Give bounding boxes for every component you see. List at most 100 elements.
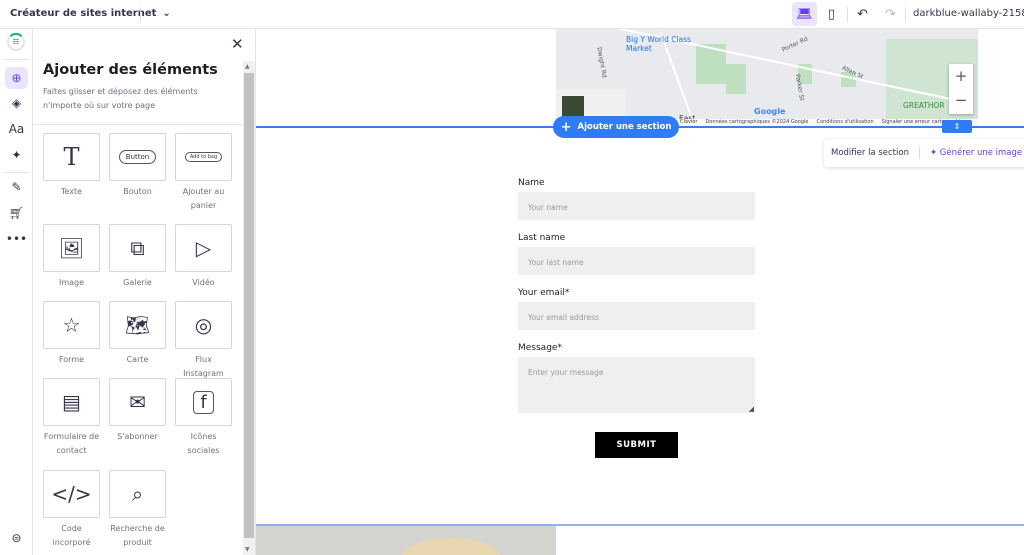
divider [847, 7, 848, 22]
element-tile-icon: ⌕ [109, 470, 166, 518]
panel-title: Ajouter des éléments [43, 62, 218, 78]
divider [905, 7, 906, 22]
panel-scrollbar[interactable]: ▲ ▼ [243, 61, 255, 555]
element-tile[interactable]: 🖼 Image [43, 224, 100, 290]
last-name-input[interactable]: Your last name [518, 247, 755, 275]
element-tile-icon: ▷ [175, 224, 232, 272]
message-textarea[interactable]: Enter your message ◢ [518, 357, 755, 413]
store-cart-icon[interactable]: 🛒︎ [5, 202, 28, 224]
top-bar: Créateur de sites internet ⌄ 💻︎ ▯ ↶ ↷ dar… [0, 0, 1024, 29]
map-zoom-controls: + − [949, 64, 973, 114]
element-tile[interactable]: 🗺 Carte [109, 301, 166, 367]
map-place-label: Big Y World Class Market [626, 35, 691, 53]
tile-icon: f [193, 390, 214, 414]
element-tile[interactable]: Add to bag Ajouter au panier [175, 133, 232, 213]
zoom-in-button[interactable]: + [949, 64, 973, 88]
resize-grip-icon[interactable]: ◢ [749, 405, 754, 413]
tile-icon: ✉ [129, 390, 146, 414]
element-tile-icon: f [175, 378, 232, 426]
desktop-view-button[interactable]: 💻︎ [792, 2, 817, 26]
app-switcher[interactable]: Créateur de sites internet ⌄ [10, 8, 171, 19]
element-tile[interactable]: ◎ Flux Instagram [175, 301, 232, 381]
divider [33, 124, 243, 125]
generate-image-button[interactable]: ✦ Générer une image [930, 148, 1022, 158]
chevron-down-icon: ⌄ [162, 8, 171, 19]
element-tile-icon: 🗺 [109, 301, 166, 349]
undo-button[interactable]: ↶ [850, 2, 875, 26]
element-tile-icon: </> [43, 470, 100, 518]
last-name-label: Last name [518, 233, 566, 243]
mobile-view-button[interactable]: ▯ [819, 2, 844, 26]
panel-subtitle: Faites glisser et déposez des éléments n… [43, 87, 198, 110]
add-elements-icon[interactable]: ⊕ [5, 67, 28, 89]
element-tile-icon: T [43, 133, 100, 181]
message-label: Message* [518, 343, 562, 353]
element-tile-label: Vidéo [192, 278, 215, 287]
map-terms-link[interactable]: Conditions d'utilisation [817, 119, 874, 126]
element-tile-label: Bouton [123, 187, 152, 196]
tile-icon: </> [51, 482, 92, 506]
name-input[interactable]: Your name [518, 192, 755, 220]
help-icon[interactable]: ⊜ [5, 527, 28, 549]
add-section-button[interactable]: + Ajouter une section [553, 116, 679, 138]
element-tile[interactable]: ▷ Vidéo [175, 224, 232, 290]
submit-button[interactable]: SUBMIT [595, 432, 678, 458]
tile-icon: T [63, 143, 80, 171]
progress-checklist-icon[interactable]: ☷ [7, 33, 25, 51]
divider [140, 7, 141, 22]
map-embed[interactable]: Big Y World Class Market Porter Rd Allen… [556, 29, 978, 126]
section-toolbar: Modifier la section ✦ Générer une image [824, 139, 1024, 167]
tile-icon: ▷ [195, 236, 212, 260]
icon-rail: ☷ ⊕ ◈ Aa ✦ ✎ 🛒︎ ••• ⊜ [0, 29, 33, 555]
element-tile[interactable]: T Texte [43, 133, 100, 199]
ai-tools-icon[interactable]: ✦ [5, 144, 28, 166]
tile-icon: ☆ [62, 313, 81, 337]
laptop-icon: 💻︎ [796, 6, 813, 22]
element-tile-icon: ▤ [43, 378, 100, 426]
element-tile-label: Flux Instagram [183, 355, 224, 378]
element-tile-label: Recherche de produit [110, 524, 165, 547]
sparkle-icon: ✦ [929, 148, 940, 158]
element-tile[interactable]: </> Code incorporé [43, 470, 100, 550]
add-elements-panel: ✕ Ajouter des éléments Faites glisser et… [33, 29, 256, 555]
map-label: GREATHOR [903, 101, 945, 110]
add-section-label: Ajouter une section [577, 122, 672, 132]
blog-icon[interactable]: ✎ [5, 176, 28, 198]
contact-form: Name Your name Last name Your last name … [518, 178, 755, 458]
more-icon[interactable]: ••• [5, 228, 28, 250]
message-placeholder: Enter your message [528, 368, 604, 377]
layers-icon[interactable]: ◈ [5, 92, 28, 114]
element-tile[interactable]: ⧉ Galerie [109, 224, 166, 290]
section-image[interactable] [256, 526, 556, 555]
edit-section-button[interactable]: Modifier la section [831, 148, 909, 158]
map-keyboard-link[interactable]: Clavier [680, 119, 697, 126]
element-tile[interactable]: ▤ Formulaire de contact [43, 378, 100, 458]
element-tile-icon: ☆ [43, 301, 100, 349]
tile-icon: ◎ [194, 313, 213, 337]
site-domain[interactable]: darkblue-wallaby-215809.bu [913, 8, 1024, 19]
element-tile[interactable]: ☆ Forme [43, 301, 100, 367]
element-tile[interactable]: ✉ S'abonner [109, 378, 166, 444]
zoom-out-button[interactable]: − [949, 88, 973, 112]
section-resize-handle[interactable]: ⇕ [942, 120, 972, 133]
element-tile-icon: ✉ [109, 378, 166, 426]
element-tile-label: Carte [126, 355, 149, 364]
tile-icon: ⌕ [131, 482, 144, 506]
close-icon[interactable]: ✕ [231, 35, 244, 53]
map-label: Dwight Rd [595, 46, 608, 79]
element-tile[interactable]: ⌕ Recherche de produit [109, 470, 166, 550]
tile-icon: ▤ [62, 390, 81, 414]
element-tile[interactable]: f Icônes sociales [175, 378, 232, 458]
element-tile[interactable]: Button Bouton [109, 133, 166, 199]
email-label: Your email* [518, 288, 570, 298]
email-input[interactable]: Your email address [518, 302, 755, 330]
styles-icon[interactable]: Aa [5, 118, 28, 140]
element-tile-icon: 🖼 [43, 224, 100, 272]
element-tile-label: Texte [60, 187, 83, 196]
element-tile-label: Forme [58, 355, 85, 364]
redo-button[interactable]: ↷ [878, 2, 903, 26]
element-tile-icon: Add to bag [175, 133, 232, 181]
redo-icon: ↷ [885, 6, 896, 22]
name-label: Name [518, 178, 545, 188]
element-tile-icon: ◎ [175, 301, 232, 349]
